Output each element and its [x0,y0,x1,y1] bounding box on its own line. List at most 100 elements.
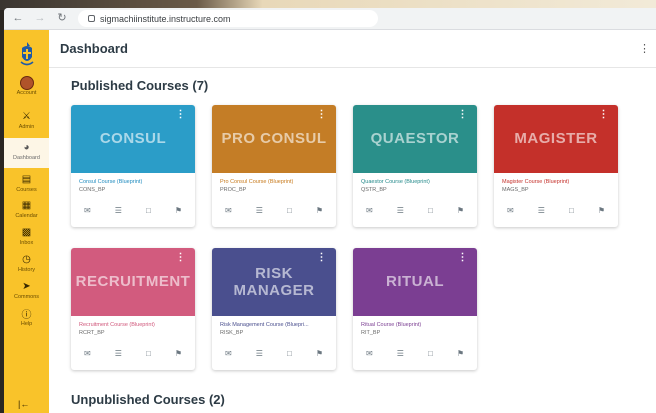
course-card[interactable]: PRO CONSUL ⋮ Pro Consul Course (Blueprin… [212,105,336,227]
files-icon[interactable]: □ [428,206,433,215]
course-card[interactable]: CONSUL ⋮ Consul Course (Blueprint) CONS_… [71,105,195,227]
nav-account-label: Account [16,90,37,96]
course-card-name[interactable]: Recruitment Course (Blueprint) [71,316,195,328]
card-options-icon[interactable]: ⋮ [176,110,187,120]
nav-inbox[interactable]: ▩ Inbox [4,226,49,247]
help-icon: ⓘ [21,309,32,321]
files-icon[interactable]: □ [428,349,433,358]
course-card-actions: ✉ ☰ □ ⚑ [212,336,336,358]
course-card-actions: ✉ ☰ □ ⚑ [353,193,477,215]
course-card-actions: ✉ ☰ □ ⚑ [71,193,195,215]
discussions-icon[interactable]: ☰ [115,349,122,358]
files-icon[interactable]: □ [146,206,151,215]
nav-commons[interactable]: ➤ Commons [4,280,49,301]
discussions-icon[interactable]: ☰ [397,349,404,358]
course-card-hero[interactable]: RECRUITMENT ⋮ [71,248,195,316]
discussions-icon[interactable]: ☰ [115,206,122,215]
assignments-icon[interactable]: ⚑ [175,349,182,358]
card-options-icon[interactable]: ⋮ [317,253,328,263]
files-icon[interactable]: □ [569,206,574,215]
announcements-icon[interactable]: ✉ [84,349,91,358]
assignments-icon[interactable]: ⚑ [175,206,182,215]
announcements-icon[interactable]: ✉ [366,349,373,358]
nav-commons-label: Commons [13,294,40,300]
files-icon[interactable]: □ [287,349,292,358]
course-card-hero[interactable]: RISK MANAGER ⋮ [212,248,336,316]
card-options-icon[interactable]: ⋮ [458,110,469,120]
course-card-hero[interactable]: QUAESTOR ⋮ [353,105,477,173]
course-card-code: QSTR_BP [361,187,387,193]
assignments-icon[interactable]: ⚑ [316,206,323,215]
url-text: sigmachiinstitute.instructure.com [100,13,231,24]
assignments-icon[interactable]: ⚑ [457,349,464,358]
announcements-icon[interactable]: ✉ [507,206,514,215]
course-card-hero-text: RECRUITMENT [75,273,191,291]
course-card[interactable]: RECRUITMENT ⋮ Recruitment Course (Bluepr… [71,248,195,370]
course-card-name[interactable]: Risk Management Course (Bluepri... [212,316,336,328]
nav-calendar[interactable]: ▦ Calendar [4,199,49,220]
discussions-icon[interactable]: ☰ [256,349,263,358]
discussions-icon[interactable]: ☰ [256,206,263,215]
card-options-icon[interactable]: ⋮ [176,253,187,263]
nav-account[interactable]: Account [4,76,49,96]
browser-window: ← → ↻ sigmachiinstitute.instructure.com … [4,8,656,413]
course-card-name[interactable]: Pro Consul Course (Blueprint) [212,173,336,185]
course-card-hero[interactable]: RITUAL ⋮ [353,248,477,316]
announcements-icon[interactable]: ✉ [225,206,232,215]
nav-admin[interactable]: ⚔ Admin [4,110,49,131]
dashboard-main: Dashboard ⋮ Published Courses (7) CONSUL… [49,30,656,413]
course-card[interactable]: RITUAL ⋮ Ritual Course (Blueprint) RIT_B… [353,248,477,370]
dashboard-options-icon[interactable]: ⋮ [639,42,650,55]
course-card-hero-text: RISK MANAGER [233,264,315,299]
course-card-hero[interactable]: CONSUL ⋮ [71,105,195,173]
nav-help[interactable]: ⓘ Help [4,307,49,328]
nav-courses-label: Courses [16,187,37,193]
calendar-icon: ▦ [21,199,32,211]
published-courses-title: Published Courses (7) [71,78,209,93]
nav-dashboard[interactable]: ◕ Dashboard [4,138,49,168]
unpublished-courses-title: Unpublished Courses (2) [71,392,225,407]
lock-icon [88,15,95,22]
card-options-icon[interactable]: ⋮ [317,110,328,120]
course-card-hero-text: PRO CONSUL [221,130,327,148]
course-card-code: CONS_BP [79,187,106,193]
course-card-code: RCRT_BP [79,330,105,336]
address-bar[interactable]: sigmachiinstitute.instructure.com [78,10,378,27]
course-card-hero-text: MAGISTER [514,130,598,148]
back-arrow-icon[interactable]: ← [12,13,24,24]
course-card-hero-text: RITUAL [386,273,444,291]
course-card[interactable]: RISK MANAGER ⋮ Risk Management Course (B… [212,248,336,370]
discussions-icon[interactable]: ☰ [538,206,545,215]
course-card-name[interactable]: Consul Course (Blueprint) [71,173,195,185]
course-card-code: PROC_BP [220,187,247,193]
announcements-icon[interactable]: ✉ [225,349,232,358]
files-icon[interactable]: □ [146,349,151,358]
assignments-icon[interactable]: ⚑ [316,349,323,358]
collapse-nav-icon[interactable]: |← [18,399,29,409]
nav-calendar-label: Calendar [15,213,38,219]
course-card-hero[interactable]: MAGISTER ⋮ [494,105,618,173]
commons-icon: ➤ [22,280,31,292]
course-card-name[interactable]: Quaestor Course (Blueprint) [353,173,477,185]
global-nav: Account ⚔ Admin ◕ Dashboard ▤ Courses ▦ … [4,30,49,413]
nav-courses[interactable]: ▤ Courses [4,173,49,194]
course-card[interactable]: MAGISTER ⋮ Magister Course (Blueprint) M… [494,105,618,227]
course-card-actions: ✉ ☰ □ ⚑ [353,336,477,358]
institution-logo-icon[interactable] [17,40,37,68]
files-icon[interactable]: □ [287,206,292,215]
assignments-icon[interactable]: ⚑ [457,206,464,215]
dashboard-header: Dashboard [49,30,656,68]
course-card-name[interactable]: Magister Course (Blueprint) [494,173,618,185]
reload-icon[interactable]: ↻ [56,13,68,24]
forward-arrow-icon[interactable]: → [34,13,46,24]
course-card-hero[interactable]: PRO CONSUL ⋮ [212,105,336,173]
announcements-icon[interactable]: ✉ [366,206,373,215]
discussions-icon[interactable]: ☰ [397,206,404,215]
nav-history[interactable]: ◷ History [4,253,49,274]
course-card[interactable]: QUAESTOR ⋮ Quaestor Course (Blueprint) Q… [353,105,477,227]
assignments-icon[interactable]: ⚑ [598,206,605,215]
announcements-icon[interactable]: ✉ [84,206,91,215]
course-card-name[interactable]: Ritual Course (Blueprint) [353,316,477,328]
card-options-icon[interactable]: ⋮ [599,110,610,120]
card-options-icon[interactable]: ⋮ [458,253,469,263]
